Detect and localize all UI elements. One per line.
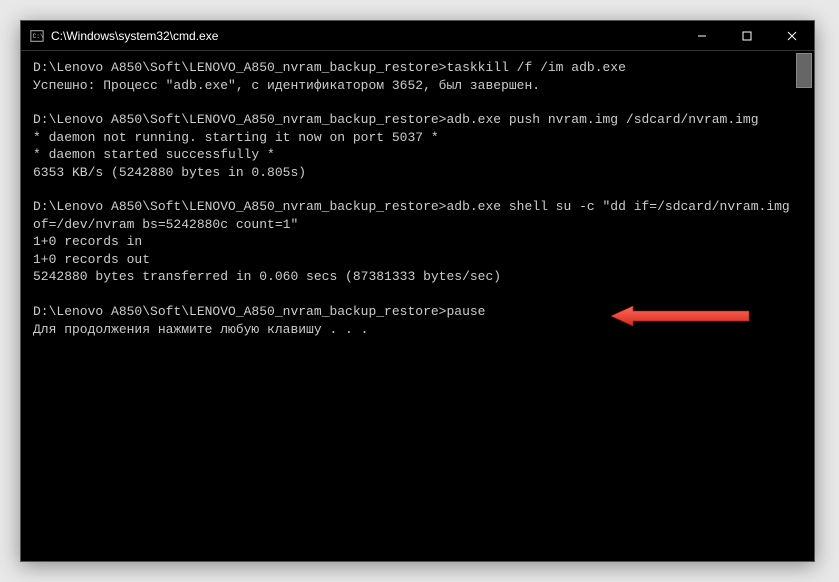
terminal-body[interactable]: D:\Lenovo A850\Soft\LENOVO_A850_nvram_ba… — [21, 51, 814, 561]
scrollbar-thumb[interactable] — [796, 53, 812, 88]
terminal-line: 6353 KB/s (5242880 bytes in 0.805s) — [33, 164, 802, 182]
terminal-line: D:\Lenovo A850\Soft\LENOVO_A850_nvram_ba… — [33, 303, 802, 321]
terminal-line: Успешно: Процесс "adb.exe", с идентифика… — [33, 77, 802, 95]
close-button[interactable] — [769, 21, 814, 50]
titlebar[interactable]: C:\ C:\Windows\system32\cmd.exe — [21, 21, 814, 51]
window-title: C:\Windows\system32\cmd.exe — [51, 29, 679, 43]
terminal-line: 5242880 bytes transferred in 0.060 secs … — [33, 268, 802, 286]
terminal-line: 1+0 records out — [33, 251, 802, 269]
output-block: D:\Lenovo A850\Soft\LENOVO_A850_nvram_ba… — [33, 303, 802, 338]
terminal-line: Для продолжения нажмите любую клавишу . … — [33, 321, 802, 339]
terminal-line: D:\Lenovo A850\Soft\LENOVO_A850_nvram_ba… — [33, 111, 802, 129]
window-controls — [679, 21, 814, 50]
svg-text:C:\: C:\ — [33, 32, 44, 39]
maximize-button[interactable] — [724, 21, 769, 50]
minimize-button[interactable] — [679, 21, 724, 50]
output-block: D:\Lenovo A850\Soft\LENOVO_A850_nvram_ba… — [33, 59, 802, 94]
terminal-line: * daemon started successfully * — [33, 146, 802, 164]
terminal-line: 1+0 records in — [33, 233, 802, 251]
output-block: D:\Lenovo A850\Soft\LENOVO_A850_nvram_ba… — [33, 111, 802, 181]
terminal-line: D:\Lenovo A850\Soft\LENOVO_A850_nvram_ba… — [33, 198, 802, 233]
cmd-window: C:\ C:\Windows\system32\cmd.exe D:\Lenov… — [20, 20, 815, 562]
output-block: D:\Lenovo A850\Soft\LENOVO_A850_nvram_ba… — [33, 198, 802, 286]
terminal-line: * daemon not running. starting it now on… — [33, 129, 802, 147]
cmd-icon: C:\ — [29, 28, 45, 44]
terminal-line: D:\Lenovo A850\Soft\LENOVO_A850_nvram_ba… — [33, 59, 802, 77]
